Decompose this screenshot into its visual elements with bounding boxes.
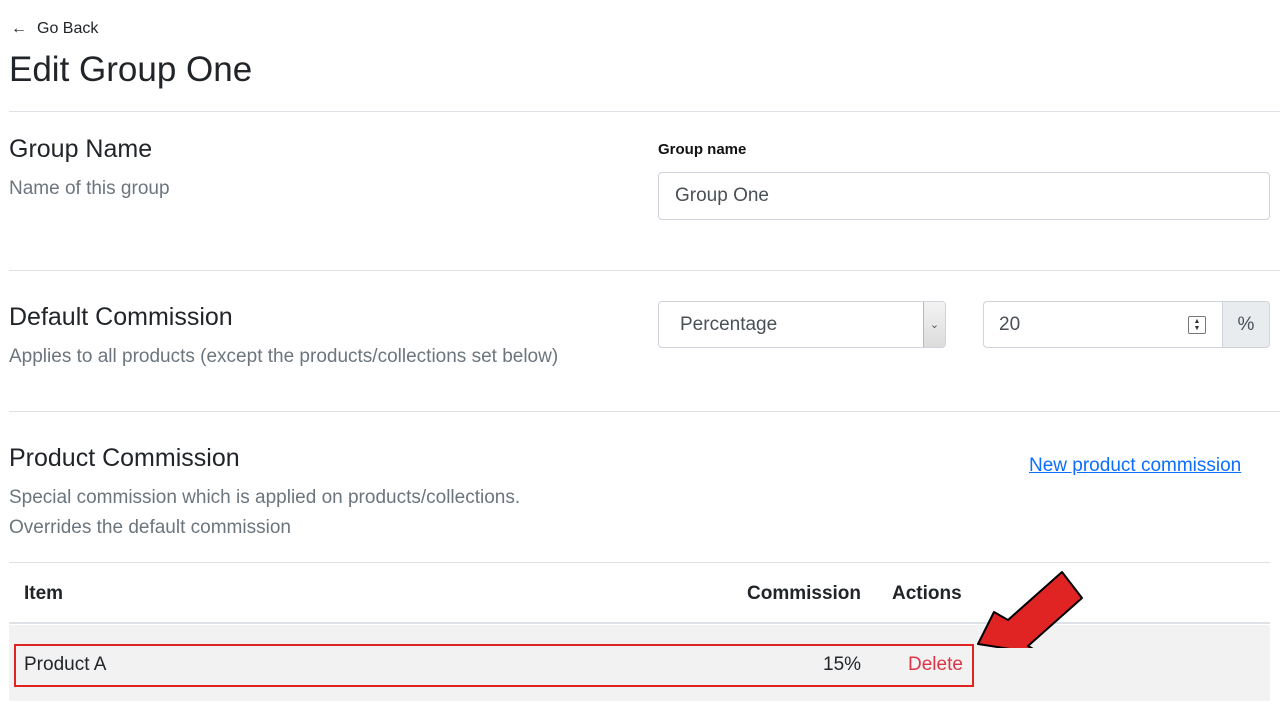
annotation-arrow-icon: [977, 571, 1083, 648]
header-item: Item: [24, 583, 64, 604]
commission-value: 20: [999, 313, 1021, 335]
edit-group-page: ← Go Back Edit Group One Group Name Name…: [0, 0, 1280, 710]
divider: [9, 111, 1280, 112]
highlight-box: [14, 644, 974, 687]
product-commission-description-2: Overrides the default commission: [9, 517, 291, 538]
group-name-description: Name of this group: [9, 178, 170, 199]
product-commission-description-1: Special commission which is applied on p…: [9, 487, 521, 508]
product-commission-title: Product Commission: [9, 444, 240, 472]
new-product-commission-link[interactable]: New product commission: [1029, 455, 1241, 477]
group-name-input[interactable]: [658, 172, 1270, 220]
arrow-left-icon: ←: [11, 20, 27, 37]
header-actions: Actions: [892, 583, 962, 604]
go-back-link[interactable]: ← Go Back: [11, 20, 98, 38]
percent-addon: %: [1222, 301, 1270, 348]
group-name-title: Group Name: [9, 135, 153, 163]
go-back-label: Go Back: [37, 20, 99, 37]
header-commission: Commission: [747, 583, 862, 604]
commission-type-value: Percentage: [680, 313, 778, 335]
page-title: Edit Group One: [9, 50, 253, 89]
divider: [9, 411, 1280, 412]
default-commission-title: Default Commission: [9, 303, 233, 331]
commission-value-group: 20 ▲ ▼ %: [983, 301, 1270, 348]
group-name-label: Group name: [658, 141, 747, 158]
commission-type-select[interactable]: Percentage ⌄: [658, 301, 946, 348]
commission-value-input[interactable]: 20 ▲ ▼: [983, 301, 1222, 348]
default-commission-description: Applies to all products (except the prod…: [9, 346, 559, 367]
divider: [9, 270, 1280, 271]
chevron-down-icon: ⌄: [923, 302, 945, 347]
number-spinner-icon[interactable]: ▲ ▼: [1188, 316, 1206, 334]
